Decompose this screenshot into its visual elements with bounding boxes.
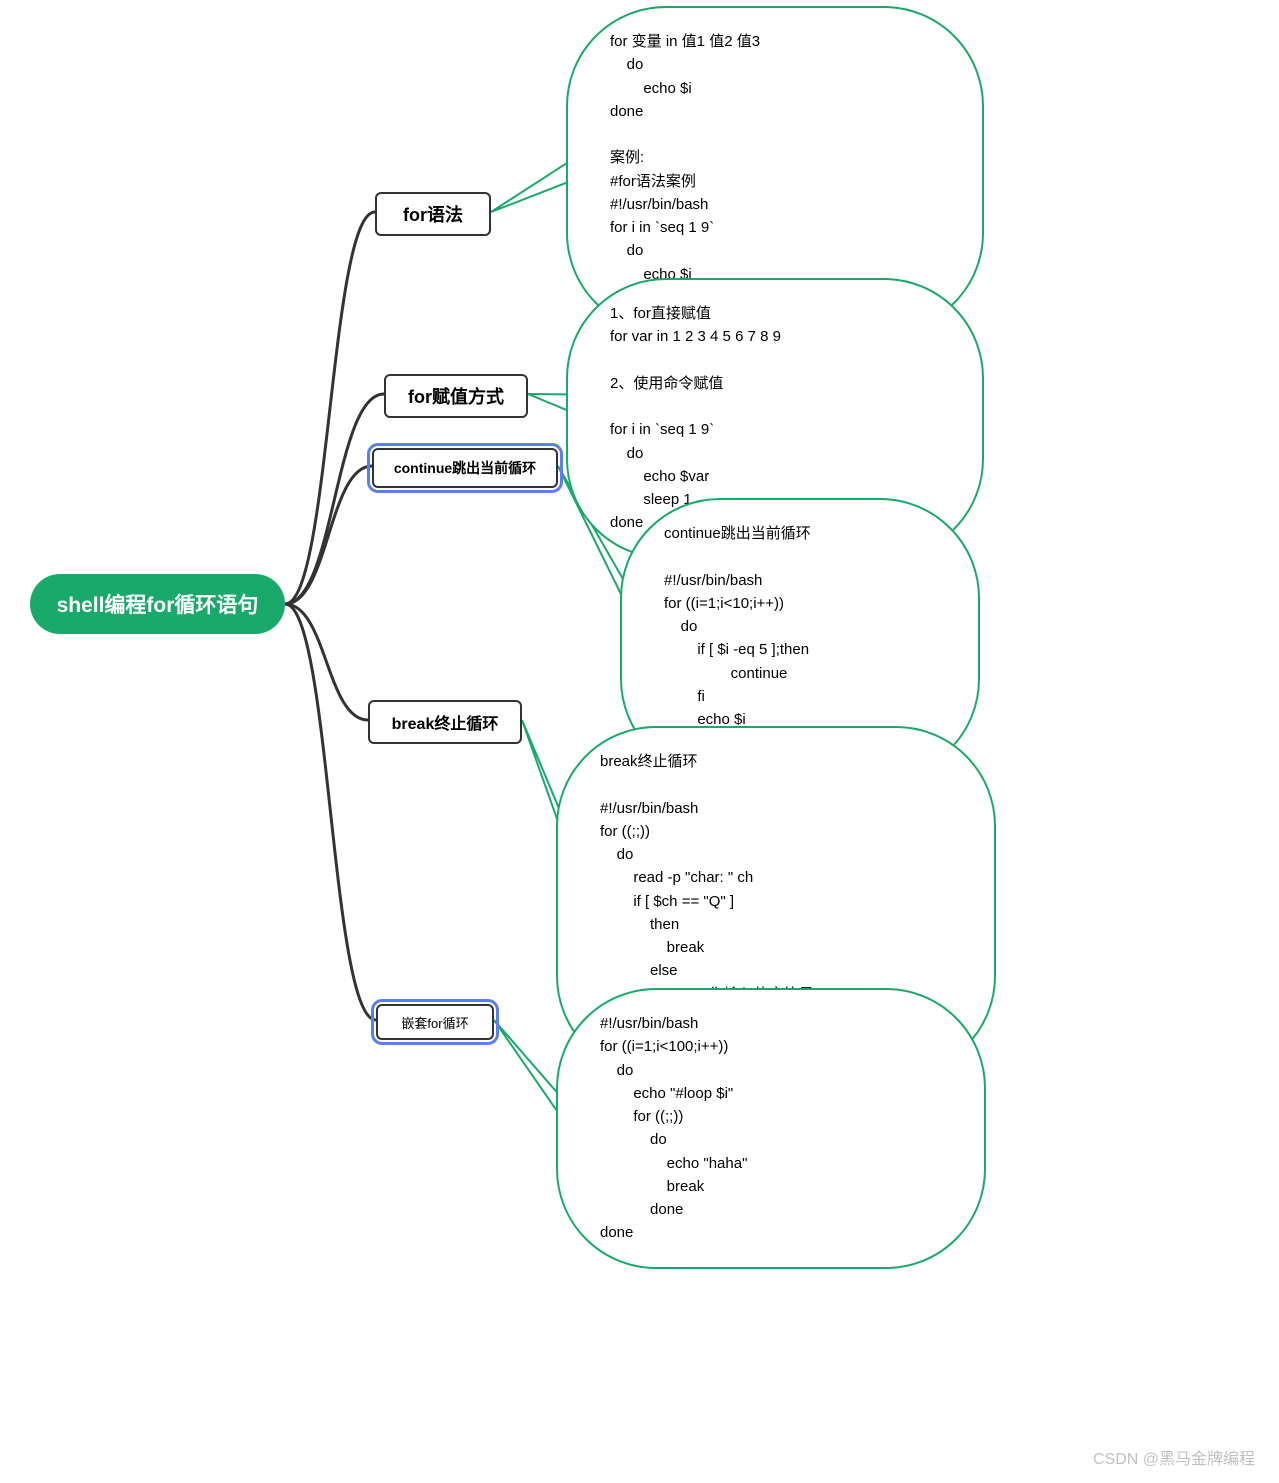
- root-title: shell编程for循环语句: [57, 589, 259, 619]
- watermark: CSDN @黑马金牌编程: [1093, 1445, 1255, 1469]
- child-node-n3[interactable]: continue跳出当前循环: [372, 448, 558, 488]
- mindmap-canvas: shell编程for循环语句 for语法 for 变量 in 值1 值2 值3 d…: [0, 0, 1279, 1483]
- child-label: 嵌套for循环: [401, 1013, 468, 1032]
- child-node-n1[interactable]: for语法: [375, 192, 491, 236]
- child-label: continue跳出当前循环: [394, 458, 536, 478]
- bubble-text: continue跳出当前循环 #!/usr/bin/bash for ((i=1…: [664, 522, 936, 755]
- child-label: for语法: [403, 201, 463, 227]
- child-label: break终止循环: [392, 710, 499, 734]
- bubble-text: for 变量 in 值1 值2 值3 do echo $i done 案例: #…: [610, 30, 940, 309]
- child-node-n4[interactable]: break终止循环: [368, 700, 522, 744]
- child-node-n5[interactable]: 嵌套for循环: [376, 1004, 494, 1040]
- bubble-n5: #!/usr/bin/bash for ((i=1;i<100;i++)) do…: [556, 988, 986, 1269]
- child-label: for赋值方式: [408, 383, 504, 409]
- root-node[interactable]: shell编程for循环语句: [30, 574, 285, 634]
- bubble-text: #!/usr/bin/bash for ((i=1;i<100;i++)) do…: [600, 1012, 942, 1245]
- child-node-n2[interactable]: for赋值方式: [384, 374, 528, 418]
